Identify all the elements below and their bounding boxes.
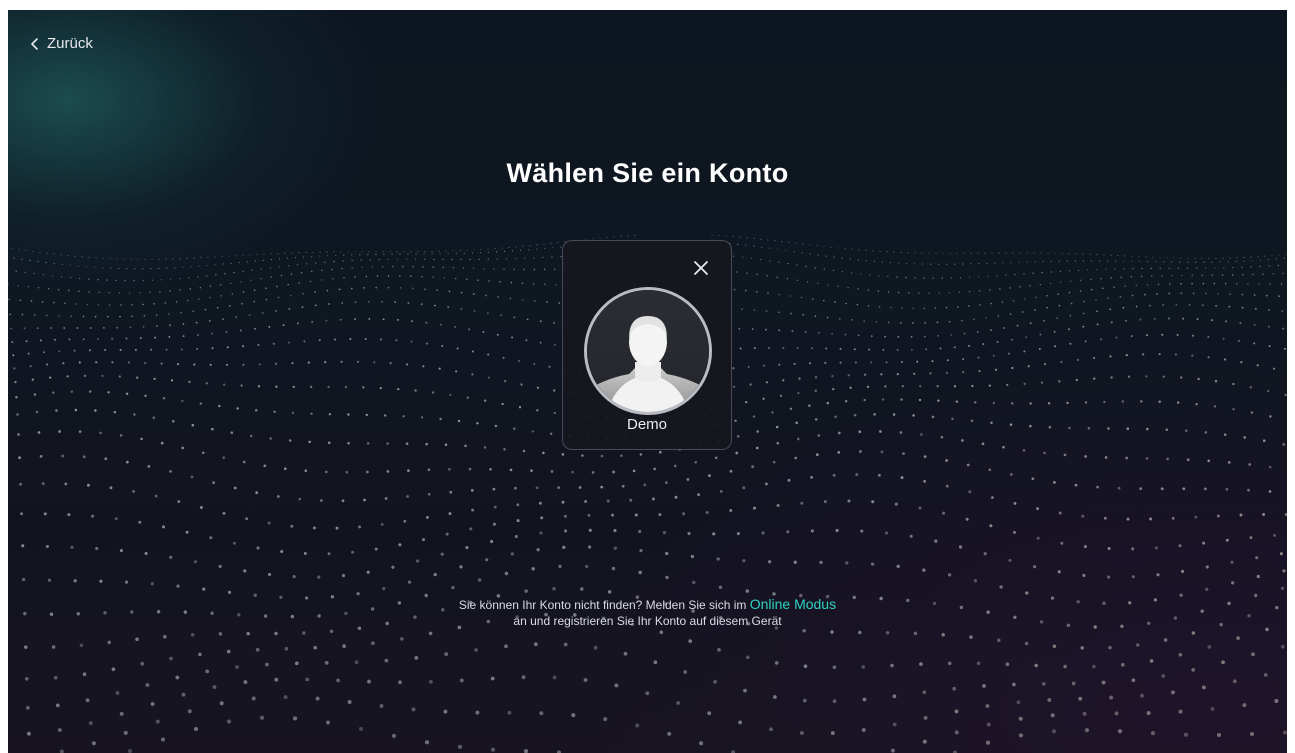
back-button[interactable]: Zurück: [30, 35, 93, 52]
account-card-demo[interactable]: Demo: [562, 240, 732, 450]
close-icon[interactable]: [693, 260, 709, 276]
online-mode-link[interactable]: Online Modus: [750, 596, 836, 612]
user-avatar-icon: [584, 287, 712, 415]
hint-text-line2: an und registrieren Sie Ihr Konto auf di…: [513, 614, 782, 628]
hint-text: Sie können Ihr Konto nicht finden? Melde…: [458, 598, 750, 612]
chevron-left-icon: [31, 37, 38, 50]
missing-account-hint: Sie können Ihr Konto nicht finden? Melde…: [8, 596, 1287, 629]
page-title: Wählen Sie ein Konto: [506, 158, 789, 188]
back-label: Zurück: [47, 35, 93, 52]
login-screen: Zurück Wählen Sie ein Konto Demo Sie kön…: [8, 10, 1287, 753]
account-name: Demo: [626, 416, 667, 433]
